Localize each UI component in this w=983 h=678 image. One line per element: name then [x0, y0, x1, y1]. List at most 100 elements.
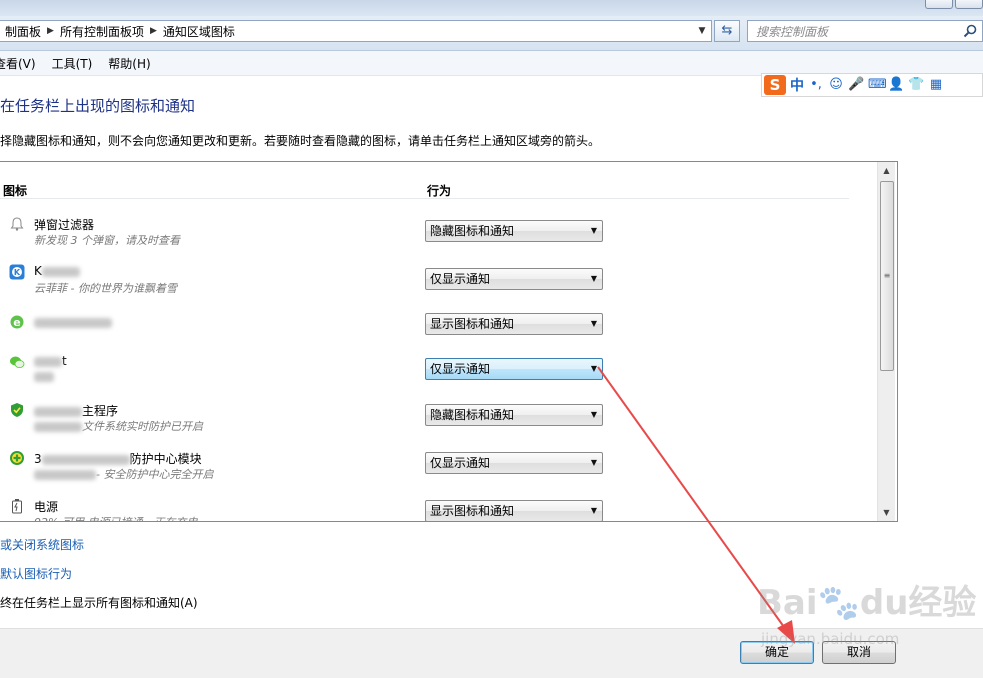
scroll-up-icon[interactable]: ▲	[878, 162, 895, 179]
table-row: e 显示图标和通知 ▼	[0, 310, 874, 358]
column-header-behavior[interactable]: 行为	[427, 182, 451, 199]
breadcrumb-notification-icons[interactable]: 通知区域图标	[157, 23, 241, 40]
vertical-scrollbar[interactable]: ▲ ≡ ▼	[877, 162, 895, 521]
chevron-down-icon[interactable]: ▼	[695, 24, 709, 38]
row-name: 3 防护中心模块	[34, 452, 202, 466]
power-icon	[12, 499, 22, 514]
row-desc	[34, 370, 54, 383]
sogou-logo-icon[interactable]: S	[764, 75, 786, 95]
chevron-down-icon: ▼	[590, 226, 597, 235]
k-app-icon: K	[9, 264, 25, 280]
security-center-icon	[10, 451, 24, 465]
row-desc: 文件系统实时防护已开启	[34, 418, 203, 434]
search-icon[interactable]	[962, 23, 978, 39]
page-description: 择隐藏图标和通知，则不会向您通知更改和更新。若要随时查看隐藏的图标，请单击任务栏…	[0, 134, 601, 148]
row-desc: 92% 可用 电源已接通，正在充电	[34, 514, 197, 521]
keyboard-icon[interactable]: ⌨	[868, 77, 887, 93]
chevron-down-icon: ▼	[590, 458, 597, 467]
breadcrumb-all-items[interactable]: 所有控制面板项	[54, 23, 150, 40]
header-divider	[0, 198, 849, 199]
paw-icon: 🐾	[817, 583, 860, 623]
behavior-select[interactable]: 隐藏图标和通知 ▼	[425, 404, 603, 426]
title-strip	[0, 0, 983, 16]
minimize-button[interactable]	[925, 0, 953, 9]
search-box[interactable]	[747, 20, 983, 42]
row-desc: - 安全防护中心完全开启	[34, 466, 213, 482]
chevron-down-icon: ▼	[590, 364, 597, 373]
chevron-down-icon: ▼	[590, 506, 597, 515]
icon-list-panel: 图标 行为 弹窗过滤器 新发现 3 个弹窗，请及时查看 隐藏图标和通知 ▼ K …	[0, 161, 898, 522]
select-value: 隐藏图标和通知	[430, 224, 515, 238]
column-header-icon[interactable]: 图标	[3, 182, 27, 199]
select-value: 隐藏图标和通知	[430, 408, 515, 422]
breadcrumb-control-panel[interactable]: 制面板	[0, 23, 47, 40]
row-name: t	[34, 354, 67, 368]
shield-icon	[11, 403, 23, 417]
behavior-select[interactable]: 仅显示通知 ▼	[425, 358, 603, 380]
grid-menu-icon[interactable]: ▦	[928, 77, 944, 93]
row-name	[34, 315, 112, 329]
behavior-select[interactable]: 仅显示通知 ▼	[425, 268, 603, 290]
table-row: 主程序 文件系统实时防护已开启 隐藏图标和通知 ▼	[0, 402, 874, 450]
breadcrumb-arrow-icon[interactable]: ▶	[47, 26, 54, 36]
svg-text:K: K	[14, 268, 21, 277]
select-value: 仅显示通知	[430, 456, 491, 470]
menu-view[interactable]: 查看(V)	[0, 55, 44, 72]
row-desc: 新发现 3 个弹窗，请及时查看	[34, 234, 180, 247]
select-value: 显示图标和通知	[430, 504, 515, 518]
menu-help[interactable]: 帮助(H)	[100, 55, 158, 72]
breadcrumb-arrow-icon[interactable]: ▶	[150, 26, 157, 36]
ie-browser-icon: e	[10, 315, 24, 329]
refresh-icon: ⇆	[721, 23, 733, 38]
page-title: 在任务栏上出现的图标和通知	[0, 97, 196, 115]
row-name: 主程序	[34, 402, 118, 419]
ime-toolbar: S 中 •, ☺ 🎤 ⌨ 👤 👕 ▦	[761, 73, 983, 97]
chevron-down-icon: ▼	[590, 410, 597, 419]
ok-button[interactable]: 确定	[740, 641, 814, 664]
table-row: 电源 92% 可用 电源已接通，正在充电 显示图标和通知 ▼	[0, 498, 874, 521]
select-value: 仅显示通知	[430, 272, 491, 286]
microphone-icon[interactable]: 🎤	[848, 77, 864, 93]
row-name: 电源	[34, 500, 59, 514]
chevron-down-icon: ▼	[590, 274, 597, 283]
wechat-icon	[10, 356, 25, 368]
default-behavior-link[interactable]: 默认图标行为	[0, 565, 72, 582]
address-bar-row: 制面板 ▶ 所有控制面板项 ▶ 通知区域图标 ▼ ⇆	[0, 16, 983, 51]
table-row: K K 云菲菲 - 你的世界为谁飘着雪 仅显示通知 ▼	[0, 262, 874, 310]
emoji-icon[interactable]: ☺	[828, 77, 844, 93]
search-input[interactable]	[754, 22, 958, 42]
user-icon[interactable]: 👤	[888, 77, 904, 93]
bell-icon	[10, 217, 24, 231]
skin-shirt-icon[interactable]: 👕	[908, 77, 924, 93]
select-value: 显示图标和通知	[430, 317, 515, 331]
select-value: 仅显示通知	[430, 362, 491, 376]
cancel-button[interactable]: 取消	[822, 641, 896, 664]
address-bar[interactable]: 制面板 ▶ 所有控制面板项 ▶ 通知区域图标 ▼	[0, 20, 712, 42]
always-show-checkbox-label[interactable]: 终在任务栏上显示所有图标和通知(A)	[0, 594, 198, 611]
behavior-select[interactable]: 显示图标和通知 ▼	[425, 500, 603, 521]
scroll-down-icon[interactable]: ▼	[878, 504, 895, 521]
row-desc: 云菲菲 - 你的世界为谁飘着雪	[34, 282, 177, 295]
refresh-button[interactable]: ⇆	[714, 20, 740, 42]
chevron-down-icon: ▼	[590, 319, 597, 328]
dialog-footer: 确定 取消	[0, 628, 983, 678]
watermark-brand: Bai	[757, 583, 818, 623]
maximize-button[interactable]	[955, 0, 983, 9]
scrollbar-thumb[interactable]: ≡	[880, 181, 894, 371]
watermark-brand2: 经验	[908, 583, 977, 623]
row-name: 弹窗过滤器	[34, 218, 95, 232]
ime-mode-toggle[interactable]: 中	[790, 75, 804, 95]
svg-text:e: e	[13, 316, 20, 329]
window-buttons	[925, 0, 983, 9]
table-row: 3 防护中心模块 - 安全防护中心完全开启 仅显示通知 ▼	[0, 450, 874, 498]
baidu-watermark: Bai🐾du经验 jingyan.baidu.com	[757, 583, 977, 648]
system-icons-link[interactable]: 或关闭系统图标	[0, 536, 84, 553]
table-row: 弹窗过滤器 新发现 3 个弹窗，请及时查看 隐藏图标和通知 ▼	[0, 214, 874, 262]
behavior-select[interactable]: 显示图标和通知 ▼	[425, 313, 603, 335]
behavior-select[interactable]: 隐藏图标和通知 ▼	[425, 220, 603, 242]
punctuation-toggle[interactable]: •,	[808, 77, 824, 93]
table-row: t 仅显示通知 ▼	[0, 354, 874, 402]
behavior-select[interactable]: 仅显示通知 ▼	[425, 452, 603, 474]
row-name: K	[34, 264, 80, 278]
menu-tools[interactable]: 工具(T)	[44, 55, 101, 72]
